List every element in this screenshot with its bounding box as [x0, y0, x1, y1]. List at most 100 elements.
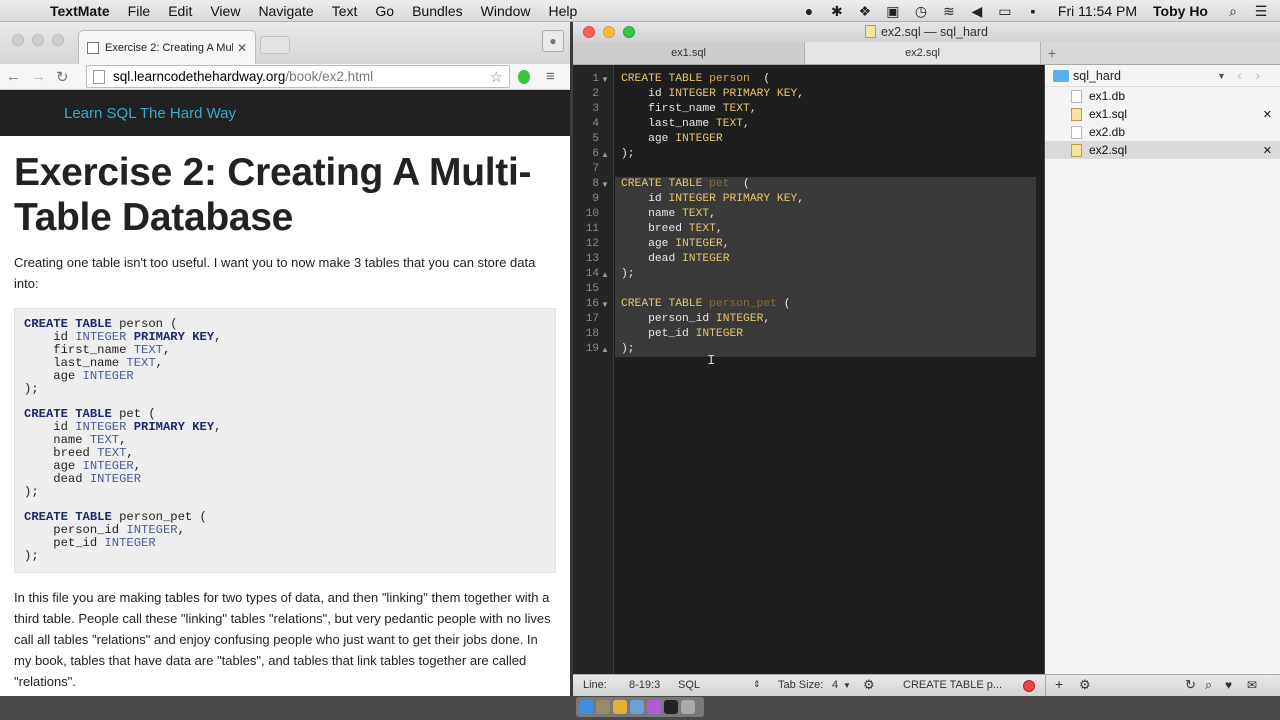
close-tab-icon[interactable]: ✕	[237, 41, 247, 55]
dropbox-icon[interactable]: ❖	[856, 3, 874, 20]
menu-window[interactable]: Window	[481, 3, 531, 19]
back-arrow-icon[interactable]: ←	[6, 68, 21, 85]
volume-icon[interactable]: ◀	[968, 3, 986, 20]
record-macro-icon[interactable]	[1023, 680, 1035, 692]
menu-edit[interactable]: Edit	[168, 3, 192, 19]
code-token: id	[621, 193, 669, 205]
code-line[interactable]	[615, 282, 1036, 297]
code-line[interactable]: last_name TEXT,	[615, 117, 1036, 132]
screen-recorder-icon[interactable]: ▣	[884, 3, 902, 20]
drawer-file-item[interactable]: ex1.db	[1045, 87, 1280, 105]
menu-help[interactable]: Help	[548, 3, 577, 19]
status-line-value[interactable]: 8-19:3	[629, 679, 660, 691]
code-line[interactable]: );	[615, 147, 1036, 162]
input-method-icon[interactable]: ▪	[1024, 3, 1042, 19]
browser-menu-icon[interactable]: ≡	[546, 68, 555, 85]
zoom-window-button[interactable]	[52, 34, 64, 46]
fold-close-icon[interactable]: ▲	[601, 342, 609, 357]
chrome-icon[interactable]	[613, 700, 627, 714]
close-window-button[interactable]	[12, 34, 24, 46]
fold-open-icon[interactable]: ▼	[601, 297, 609, 312]
app-icon[interactable]	[596, 700, 610, 714]
menu-navigate[interactable]: Navigate	[258, 3, 313, 19]
menu-text[interactable]: Text	[332, 3, 358, 19]
drawer-file-item[interactable]: ex2.sql ✕	[1045, 141, 1280, 159]
code-line[interactable]: age INTEGER	[615, 132, 1036, 147]
minimize-window-button[interactable]	[32, 34, 44, 46]
reload-icon[interactable]: ↻	[56, 68, 69, 86]
chat-bubble-icon[interactable]: ●	[800, 3, 818, 19]
menu-app-name[interactable]: TextMate	[50, 3, 110, 19]
fold-open-icon[interactable]: ▼	[601, 72, 609, 87]
favorites-heart-icon[interactable]: ♥	[1225, 678, 1232, 692]
line-number: 5	[592, 133, 599, 145]
code-line[interactable]: );	[615, 342, 1036, 357]
code-line[interactable]: CREATE TABLE person_pet (	[615, 297, 1036, 312]
notification-center-icon[interactable]: ☰	[1252, 3, 1270, 20]
finder-icon[interactable]	[579, 700, 593, 714]
code-line[interactable]: id INTEGER PRIMARY KEY,	[615, 192, 1036, 207]
wifi-icon[interactable]: ≋	[940, 3, 958, 20]
fold-close-icon[interactable]: ▲	[601, 267, 609, 282]
code-line[interactable]: breed TEXT,	[615, 222, 1036, 237]
menu-file[interactable]: File	[128, 3, 151, 19]
chevron-down-icon[interactable]: ▼	[843, 681, 851, 690]
fold-open-icon[interactable]: ▼	[601, 177, 609, 192]
status-tab-size-label[interactable]: Tab Size:	[778, 679, 823, 691]
code-line[interactable]: name TEXT,	[615, 207, 1036, 222]
tab-ex2-sql[interactable]: ex2.sql	[805, 42, 1041, 64]
menu-clock[interactable]: Fri 11:54 PM	[1058, 3, 1137, 19]
code-line[interactable]: dead INTEGER	[615, 252, 1036, 267]
drawer-file-item[interactable]: ex1.sql ✕	[1045, 105, 1280, 123]
terminal-icon[interactable]	[664, 700, 678, 714]
menu-view[interactable]: View	[210, 3, 240, 19]
trash-icon[interactable]	[681, 700, 695, 714]
share-icon[interactable]: ✉	[1247, 678, 1257, 692]
code-line[interactable]: );	[615, 267, 1036, 282]
preview-icon[interactable]	[630, 700, 644, 714]
extension-icon[interactable]	[518, 70, 530, 84]
wireless-butterfly-icon[interactable]: ✱	[828, 3, 846, 20]
new-tab-plus-icon[interactable]: +	[1041, 42, 1063, 64]
code-line[interactable]: CREATE TABLE pet (	[615, 177, 1036, 192]
status-grammar[interactable]: SQL	[678, 679, 700, 691]
drawer-file-item[interactable]: ex2.db	[1045, 123, 1280, 141]
chevron-down-icon[interactable]: ▼	[1217, 71, 1226, 81]
code-line[interactable]: CREATE TABLE person (	[615, 72, 1036, 87]
refresh-icon[interactable]: ↻	[1185, 677, 1196, 693]
drawer-nav-arrows-icon[interactable]: ‹›	[1237, 68, 1274, 83]
new-tab-button[interactable]	[260, 36, 290, 54]
drawer-gear-icon[interactable]: ⚙	[1079, 677, 1091, 693]
search-icon[interactable]: ⌕	[1205, 677, 1212, 693]
close-file-icon[interactable]: ✕	[1263, 108, 1272, 121]
gear-icon[interactable]: ⚙	[863, 677, 875, 693]
grammar-stepper-icon[interactable]: ⇕	[753, 679, 761, 690]
menu-go[interactable]: Go	[375, 3, 394, 19]
site-title-link[interactable]: Learn SQL The Hard Way	[64, 105, 236, 122]
code-editor[interactable]: 1 ▼ 2 3 4 5 6 ▲ 7 8 ▼ 9 10 11 12 13 14 ▲ 15 16 ▼ 17 18 19 ▲ CREA…	[573, 65, 1045, 674]
spotlight-search-icon[interactable]: ⌕	[1224, 3, 1242, 20]
profile-icon[interactable]: ●	[542, 30, 564, 52]
add-file-plus-icon[interactable]: +	[1055, 676, 1063, 692]
close-file-icon[interactable]: ✕	[1263, 144, 1272, 157]
time-machine-icon[interactable]: ◷	[912, 3, 930, 20]
code-line[interactable]: pet_id INTEGER	[615, 327, 1036, 342]
drawer-folder-name[interactable]: sql_hard	[1073, 69, 1121, 83]
menu-user[interactable]: Toby Ho	[1153, 3, 1208, 19]
address-bar[interactable]: sql.learncodethehardway.org/book/ex2.htm…	[86, 65, 510, 88]
status-symbol[interactable]: CREATE TABLE p...	[903, 679, 1002, 691]
code-line[interactable]	[615, 162, 1036, 177]
code-line[interactable]: age INTEGER,	[615, 237, 1036, 252]
battery-icon[interactable]: ▭	[996, 3, 1014, 20]
menu-bundles[interactable]: Bundles	[412, 3, 463, 19]
code-line[interactable]: id INTEGER PRIMARY KEY,	[615, 87, 1036, 102]
tab-ex1-sql[interactable]: ex1.sql	[573, 42, 805, 64]
forward-arrow-icon[interactable]: →	[31, 68, 46, 85]
status-tab-size[interactable]: 4	[832, 679, 838, 691]
browser-tab[interactable]: Exercise 2: Creating A Mult ✕	[78, 30, 256, 64]
bookmark-star-icon[interactable]: ☆	[490, 68, 503, 86]
textmate-icon[interactable]	[647, 700, 661, 714]
code-line[interactable]: person_id INTEGER,	[615, 312, 1036, 327]
code-line[interactable]: first_name TEXT,	[615, 102, 1036, 117]
fold-close-icon[interactable]: ▲	[601, 147, 609, 162]
